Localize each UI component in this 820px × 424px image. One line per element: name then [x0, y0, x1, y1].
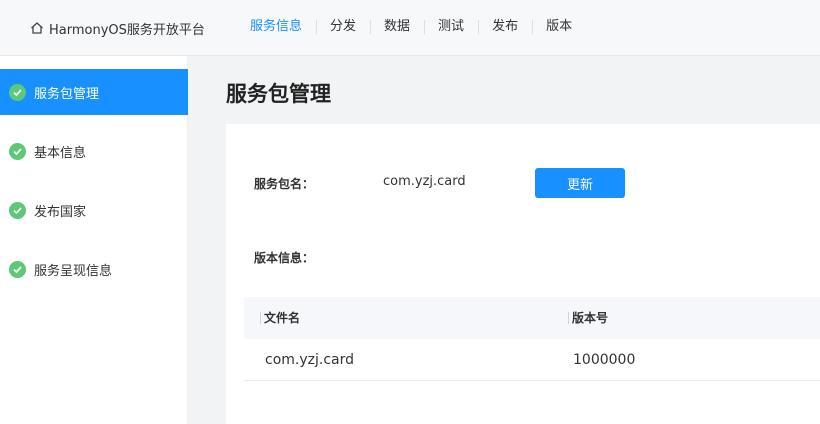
- sidebar-item-presentation-info[interactable]: 服务呈现信息: [0, 246, 188, 292]
- brand[interactable]: HarmonyOS服务开放平台: [30, 18, 205, 38]
- sidebar: 服务包管理 基本信息 发布国家 服务呈现信息: [0, 56, 188, 424]
- nav-version[interactable]: 版本: [532, 17, 586, 37]
- column-header-file-name: 文件名: [260, 297, 300, 339]
- package-card: 服务包名： com.yzj.card 更新 版本信息： 文件名 版本号 com.…: [226, 124, 820, 424]
- sidebar-item-label: 发布国家: [34, 204, 87, 220]
- sidebar-item-label: 服务呈现信息: [34, 263, 113, 279]
- version-cell: 1000000: [573, 352, 636, 368]
- version-table: 文件名 版本号 com.yzj.card 1000000: [244, 297, 820, 381]
- sidebar-item-package-management[interactable]: 服务包管理: [0, 69, 188, 115]
- sidebar-item-label: 服务包管理: [34, 86, 100, 102]
- home-icon: [31, 22, 43, 34]
- page-title: 服务包管理: [226, 82, 331, 106]
- check-circle-icon: [9, 83, 26, 101]
- top-nav: 服务信息 分发 数据 测试 发布 版本: [236, 17, 586, 37]
- version-info-label: 版本信息：: [254, 251, 315, 265]
- table-header: 文件名 版本号: [244, 297, 820, 339]
- column-header-version: 版本号: [568, 297, 608, 339]
- file-name-cell: com.yzj.card: [265, 352, 354, 368]
- sidebar-item-basic-info[interactable]: 基本信息: [0, 128, 188, 174]
- nav-service-info[interactable]: 服务信息: [236, 17, 316, 37]
- package-name-label: 服务包名：: [254, 177, 315, 191]
- top-bar: HarmonyOS服务开放平台 服务信息 分发 数据 测试 发布 版本: [0, 0, 820, 56]
- table-row: com.yzj.card 1000000: [244, 339, 820, 381]
- sidebar-item-release-countries[interactable]: 发布国家: [0, 187, 188, 233]
- nav-release[interactable]: 发布: [478, 17, 532, 37]
- check-circle-icon: [9, 201, 26, 219]
- update-button[interactable]: 更新: [535, 168, 625, 198]
- brand-title: HarmonyOS服务开放平台: [49, 22, 205, 38]
- check-circle-icon: [9, 142, 26, 160]
- nav-data[interactable]: 数据: [370, 17, 424, 37]
- nav-test[interactable]: 测试: [424, 17, 478, 37]
- package-name-value: com.yzj.card: [383, 174, 466, 189]
- nav-distribution[interactable]: 分发: [316, 17, 370, 37]
- sidebar-item-label: 基本信息: [34, 145, 87, 161]
- check-circle-icon: [9, 260, 26, 278]
